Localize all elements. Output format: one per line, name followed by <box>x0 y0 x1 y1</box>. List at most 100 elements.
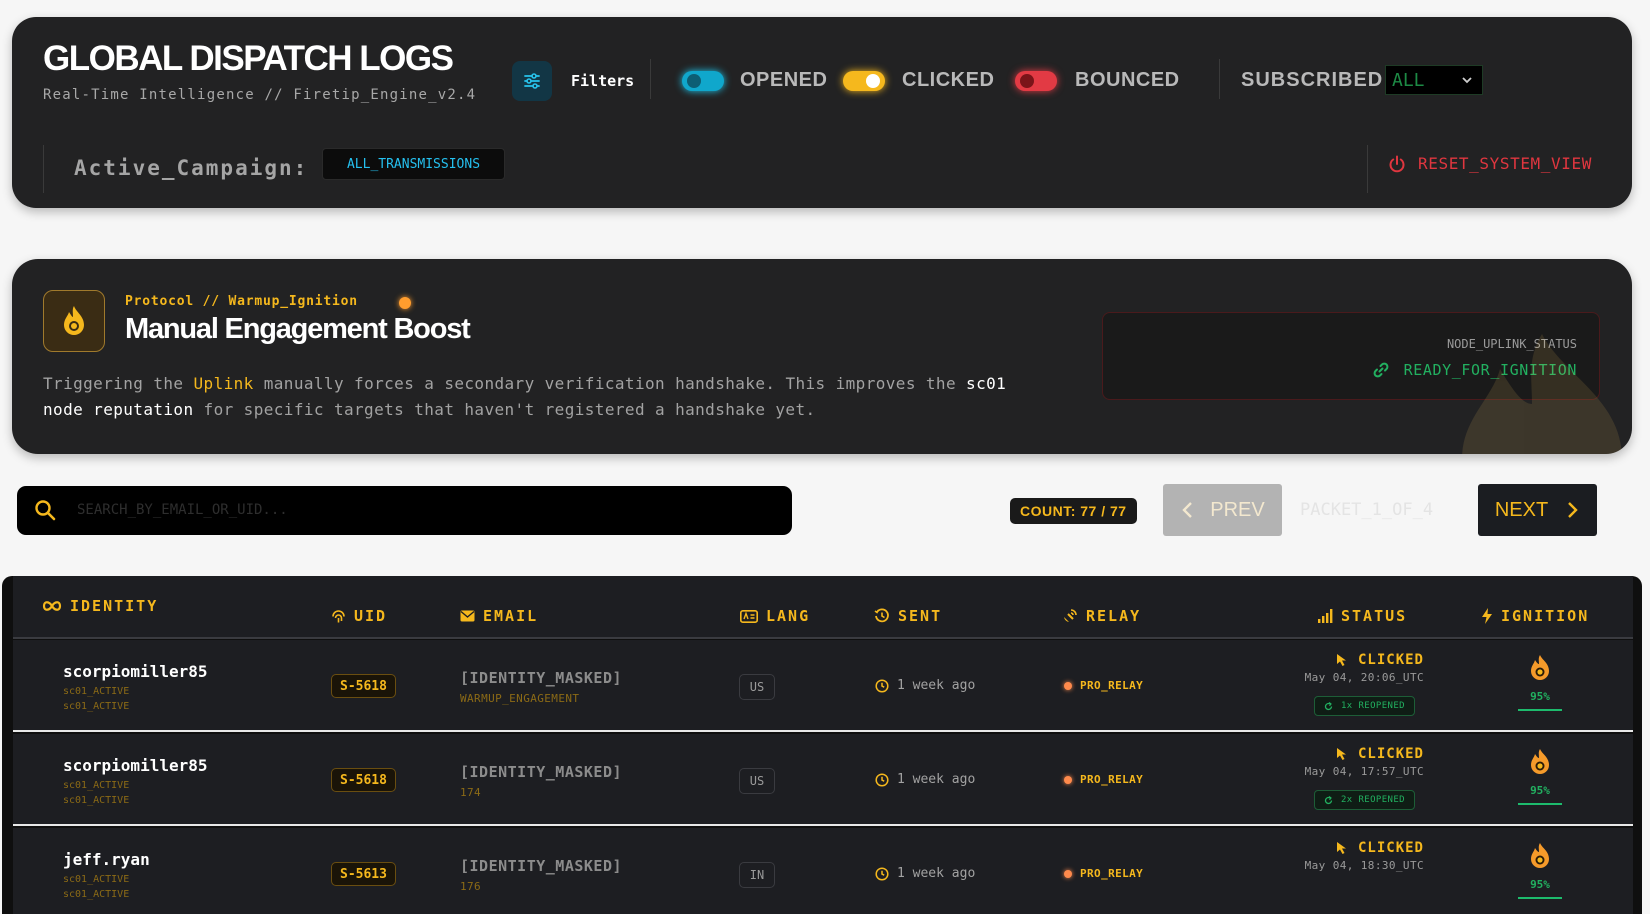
row-sent: 1 week ago <box>875 772 975 787</box>
reset-label: RESET_SYSTEM_VIEW <box>1418 154 1592 173</box>
next-page-button[interactable]: NEXT <box>1478 484 1597 536</box>
row-status: CLICKED May 04, 20:06_UTC <box>1283 652 1424 684</box>
infinity-icon <box>42 601 62 611</box>
ignition-bar <box>1518 897 1562 899</box>
column-uid[interactable]: UID <box>331 607 387 625</box>
link-icon <box>1373 362 1389 378</box>
subscribed-value: ALL <box>1392 69 1425 91</box>
status-dot <box>399 297 411 309</box>
column-status[interactable]: STATUS <box>1318 607 1407 625</box>
clock-icon <box>875 772 889 787</box>
flame-watermark-icon <box>1462 334 1622 454</box>
bounced-toggle[interactable] <box>1015 71 1057 91</box>
clock-icon <box>875 866 889 881</box>
row-tag: sc01_ACTIVE <box>63 780 130 791</box>
opened-toggle-label[interactable]: OPENED <box>740 69 827 92</box>
search-input[interactable] <box>77 494 767 526</box>
protocol-panel: Protocol // Warmup_Ignition Manual Engag… <box>12 259 1632 454</box>
row-tag: sc01_ACTIVE <box>63 889 130 900</box>
row-ignition[interactable]: 95% <box>1518 654 1562 711</box>
row-ignition[interactable]: 95% <box>1518 842 1562 899</box>
row-ignition[interactable]: 95% <box>1518 748 1562 805</box>
row-email-sub: 176 <box>460 880 482 893</box>
row-email-sub: 174 <box>460 786 482 799</box>
cursor-icon <box>1336 654 1346 666</box>
table-row[interactable]: jeff.ryan sc01_ACTIVE sc01_ACTIVE S-5613… <box>13 828 1633 914</box>
divider <box>43 145 44 193</box>
row-status-time: May 04, 18:30_UTC <box>1304 859 1424 872</box>
row-uid-badge[interactable]: S-5618 <box>331 674 396 698</box>
row-relay: PRO_RELAY <box>1064 867 1143 880</box>
prev-page-button[interactable]: PREV <box>1163 484 1282 536</box>
row-uid-badge[interactable]: S-5613 <box>331 862 396 886</box>
filters-button[interactable] <box>512 61 552 101</box>
row-relay: PRO_RELAY <box>1064 773 1143 786</box>
active-campaign-label: Active_Campaign: <box>74 156 309 180</box>
column-lang[interactable]: LANG <box>740 607 810 625</box>
column-identity[interactable]: IDENTITY <box>42 597 158 615</box>
flame-icon <box>64 306 84 335</box>
relay-dot <box>1064 869 1072 878</box>
satellite-icon <box>1064 609 1077 622</box>
page-title: GLOBAL DISPATCH LOGS <box>43 39 454 78</box>
fingerprint-icon <box>332 609 345 622</box>
table-row[interactable]: scorpiomiller85 sc01_ACTIVE sc01_ACTIVE … <box>13 734 1633 826</box>
row-ignition-percent: 95% <box>1530 690 1550 703</box>
clicked-toggle[interactable] <box>843 71 885 91</box>
protocol-title: Manual Engagement Boost <box>125 313 471 345</box>
ignition-bar <box>1518 709 1562 711</box>
relay-dot <box>1064 681 1072 690</box>
column-relay[interactable]: RELAY <box>1062 607 1141 625</box>
protocol-kicker: Protocol // Warmup_Ignition <box>125 294 358 309</box>
row-tag: sc01_ACTIVE <box>63 701 130 712</box>
relay-dot <box>1064 775 1072 784</box>
next-label: NEXT <box>1494 498 1549 521</box>
column-sent[interactable]: SENT <box>874 607 942 625</box>
toggle-knob <box>1020 74 1034 88</box>
row-lang-badge: US <box>739 674 775 700</box>
refresh-icon <box>1324 795 1333 804</box>
search-icon <box>35 500 56 521</box>
row-lang-badge: US <box>739 768 775 794</box>
clicked-toggle-label[interactable]: CLICKED <box>902 69 994 92</box>
reset-system-view-button[interactable]: RESET_SYSTEM_VIEW <box>1388 154 1592 173</box>
subscribed-select[interactable]: ALL <box>1385 65 1483 95</box>
column-email[interactable]: EMAIL <box>460 607 538 625</box>
result-count-badge: COUNT: 77 / 77 <box>1010 498 1137 524</box>
envelope-icon <box>460 610 475 622</box>
uplink-highlight: Uplink <box>193 374 254 393</box>
row-status-time: May 04, 17:57_UTC <box>1304 765 1424 778</box>
row-ignition-percent: 95% <box>1530 878 1550 891</box>
flame-badge <box>43 290 105 352</box>
divider <box>1219 59 1220 99</box>
opened-toggle[interactable] <box>682 71 724 91</box>
divider <box>1367 145 1368 193</box>
row-status: CLICKED May 04, 17:57_UTC <box>1283 746 1424 778</box>
row-uid-badge[interactable]: S-5618 <box>331 768 396 792</box>
page-subtitle: Real-Time Intelligence // Firetip_Engine… <box>43 87 477 103</box>
bounced-toggle-label[interactable]: BOUNCED <box>1075 69 1180 92</box>
row-sent: 1 week ago <box>875 678 975 693</box>
power-icon <box>1389 155 1405 172</box>
chevron-down-icon <box>1462 77 1472 84</box>
row-reopened-badge: 1x REOPENED <box>1314 696 1415 716</box>
sliders-icon <box>524 73 540 89</box>
row-tag: sc01_ACTIVE <box>63 874 130 885</box>
row-status: CLICKED May 04, 18:30_UTC <box>1283 840 1424 872</box>
row-email-sub: WARMUP_ENGAGEMENT <box>460 692 580 705</box>
column-ignition[interactable]: IGNITION <box>1481 607 1589 625</box>
row-relay: PRO_RELAY <box>1064 679 1143 692</box>
page-indicator: PACKET_1_OF_4 <box>1300 500 1434 520</box>
flame-icon <box>1531 749 1549 774</box>
active-campaign-select[interactable]: ALL_TRANSMISSIONS <box>322 148 505 180</box>
language-icon <box>740 609 758 623</box>
table-row[interactable]: scorpiomiller85 sc01_ACTIVE sc01_ACTIVE … <box>13 640 1633 732</box>
clock-icon <box>875 678 889 693</box>
filters-label[interactable]: Filters <box>571 72 634 90</box>
row-username: scorpiomiller85 <box>63 662 208 681</box>
search-bar[interactable] <box>17 486 792 535</box>
row-reopened-badge: 2x REOPENED <box>1314 790 1415 810</box>
flame-icon <box>1531 843 1549 868</box>
row-ignition-percent: 95% <box>1530 784 1550 797</box>
row-username: jeff.ryan <box>63 850 150 869</box>
